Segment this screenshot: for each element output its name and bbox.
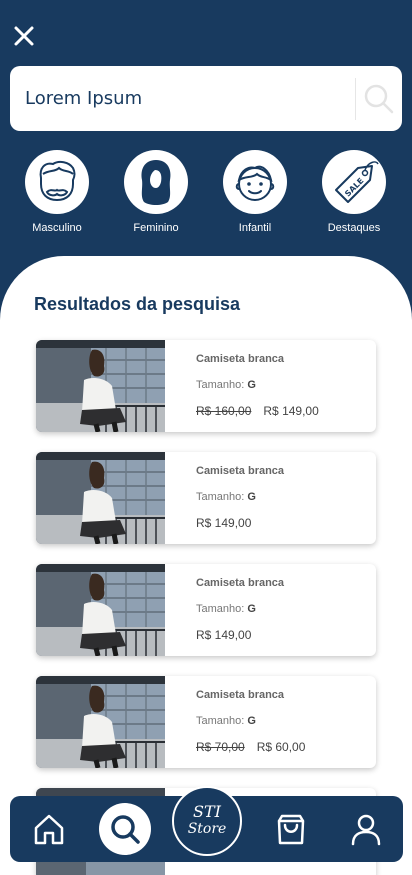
product-prices: R$ 149,00	[196, 516, 251, 530]
category-label: Destaques	[327, 222, 381, 234]
close-button[interactable]	[12, 24, 36, 48]
search-input[interactable]	[10, 66, 355, 131]
product-size: Tamanho: G	[196, 715, 256, 727]
size-label: Tamanho:	[196, 715, 245, 727]
product-image	[36, 452, 165, 544]
product-name: Camiseta branca	[196, 689, 285, 701]
product-name: Camiseta branca	[196, 465, 285, 477]
product-card[interactable]: Camiseta branca Tamanho: G R$ 160,00 R$ 149…	[36, 340, 376, 432]
product-image	[36, 564, 165, 656]
product-prices: R$ 70,00 R$ 60,00	[196, 740, 305, 754]
nav-home[interactable]	[29, 809, 69, 849]
logo-text-bottom: Store	[187, 821, 227, 837]
product-card[interactable]: Camiseta branca Tamanho: G R$ 149,00	[36, 452, 376, 544]
product-prices: R$ 160,00 R$ 149,00	[196, 404, 319, 418]
product-info: Camiseta branca Tamanho: G R$ 70,00 R$ 60,0…	[196, 676, 376, 768]
nav-search[interactable]	[99, 803, 151, 855]
category-label: Infantil	[238, 222, 272, 234]
product-info: Camiseta branca Tamanho: G R$ 149,00	[196, 564, 376, 656]
search-button[interactable]	[356, 66, 402, 131]
results-title: Resultados da pesquisa	[34, 294, 241, 314]
search-icon	[364, 84, 394, 113]
current-price: R$ 149,00	[196, 516, 252, 530]
product-image	[36, 676, 165, 768]
search-bar	[10, 66, 402, 131]
product-name: Camiseta branca	[196, 577, 285, 589]
shopping-bag-icon	[277, 814, 305, 845]
product-size: Tamanho: G	[196, 491, 256, 503]
size-value: G	[247, 379, 256, 391]
search-icon	[111, 815, 140, 844]
category-feminino[interactable]: Feminino	[116, 150, 196, 234]
man-face-icon	[39, 160, 76, 202]
category-list: Masculino Feminino Infantil SALE Destaqu…	[0, 150, 412, 240]
home-icon	[34, 814, 64, 845]
product-info: Camiseta branca Tamanho: G R$ 160,00 R$ 149…	[196, 340, 376, 432]
product-prices: R$ 149,00	[196, 628, 251, 642]
product-image	[36, 340, 165, 432]
bottom-nav: STI Store	[10, 786, 403, 862]
category-label: Feminino	[133, 222, 179, 234]
nav-profile[interactable]	[346, 809, 386, 849]
user-icon	[351, 814, 381, 846]
nav-cart[interactable]	[271, 809, 311, 849]
current-price: R$ 60,00	[256, 740, 306, 754]
old-price: R$ 70,00	[196, 740, 245, 754]
logo-text-top: STI	[193, 802, 221, 821]
product-card[interactable]: Camiseta branca Tamanho: G R$ 70,00 R$ 60,0…	[36, 676, 376, 768]
old-price: R$ 160,00	[196, 404, 252, 418]
category-destaques[interactable]: SALE Destaques	[314, 150, 394, 234]
woman-silhouette-icon	[141, 160, 171, 205]
child-face-icon	[235, 165, 275, 201]
product-size: Tamanho: G	[196, 603, 256, 615]
product-size: Tamanho: G	[196, 379, 256, 391]
category-label: Masculino	[32, 222, 82, 234]
category-infantil[interactable]: Infantil	[215, 150, 295, 234]
current-price: R$ 149,00	[196, 628, 252, 642]
store-logo[interactable]: STI Store	[172, 786, 242, 856]
size-value: G	[247, 715, 256, 727]
category-masculino[interactable]: Masculino	[17, 150, 97, 234]
sale-tag-icon: SALE	[335, 161, 379, 203]
size-value: G	[247, 603, 256, 615]
product-card[interactable]: Camiseta branca Tamanho: G R$ 149,00	[36, 564, 376, 656]
current-price: R$ 149,00	[263, 404, 319, 418]
size-label: Tamanho:	[196, 491, 245, 503]
product-name: Camiseta branca	[196, 353, 285, 365]
size-value: G	[247, 491, 256, 503]
product-info: Camiseta branca Tamanho: G R$ 149,00	[196, 452, 376, 544]
size-label: Tamanho:	[196, 603, 245, 615]
close-icon	[14, 26, 34, 46]
size-label: Tamanho:	[196, 379, 245, 391]
